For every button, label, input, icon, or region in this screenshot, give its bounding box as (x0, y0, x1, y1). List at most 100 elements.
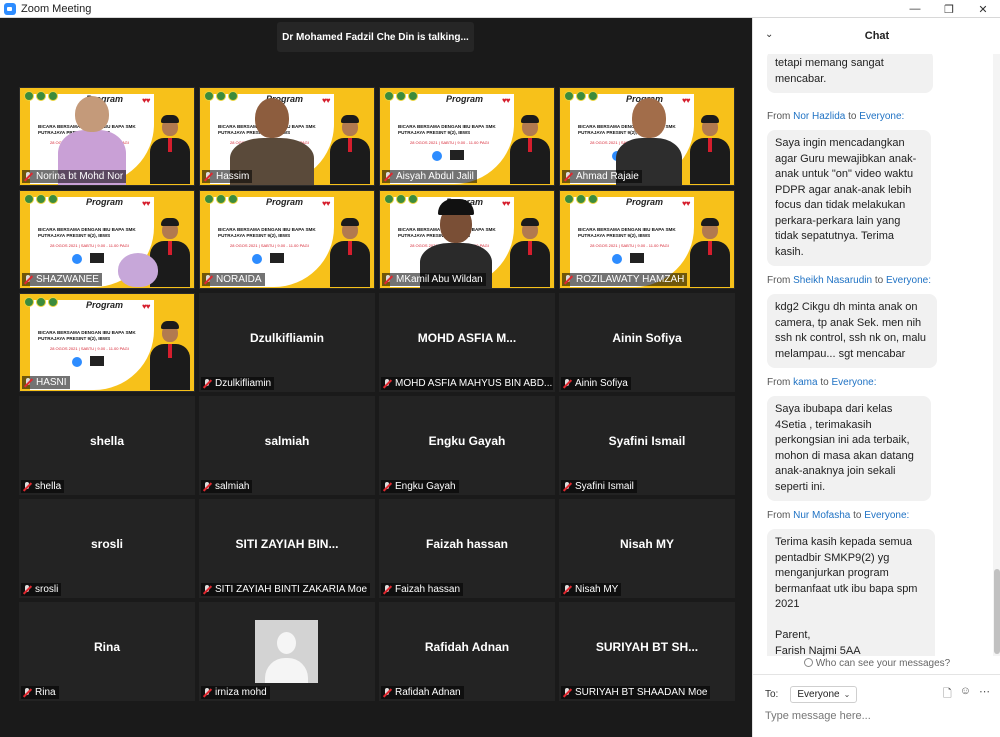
chat-recipient[interactable]: Everyone: (859, 111, 904, 122)
participant-tile[interactable]: Program♥♥BICARA BERSAMA DENGAN IBU BAPA … (199, 87, 375, 186)
more-icon[interactable]: ⋯ (979, 685, 990, 704)
participant-name-label: salmiah (201, 480, 253, 493)
participant-name: Faizah hassan (395, 584, 461, 595)
from-word: From (767, 275, 791, 286)
participant-tile[interactable]: Program♥♥BICARA BERSAMA DENGAN IBU BAPA … (19, 293, 195, 392)
participant-name: Dzulkifliamin (215, 378, 272, 389)
from-word: From (767, 377, 791, 388)
chat-sender[interactable]: Nor Hazlida (793, 111, 845, 122)
participant-tile[interactable]: irniza mohd (199, 602, 375, 701)
participant-tile[interactable]: Dzulkifliamin Dzulkifliamin (199, 293, 375, 392)
who-can-see-text: Who can see your messages? (815, 658, 951, 669)
participant-center-name: SURIYAH BT SH... (595, 640, 699, 654)
minimize-button[interactable]: — (898, 0, 932, 18)
participant-tile[interactable]: MOHD ASFIA M... MOHD ASFIA MAHYUS BIN ABD… (379, 293, 555, 392)
muted-mic-icon (381, 687, 393, 699)
participant-tile[interactable]: Program♥♥BICARA BERSAMA DENGAN IBU BAPA … (19, 190, 195, 289)
chat-sender[interactable]: Nur Mofasha (793, 510, 850, 521)
chat-divider (753, 674, 1000, 675)
participant-tile[interactable]: Rafidah Adnan Rafidah Adnan (379, 602, 555, 701)
participant-center-name: Rafidah Adnan (424, 640, 510, 654)
qr-code-icon (630, 253, 644, 263)
talking-indicator: Dr Mohamed Fadzil Che Din is talking... (277, 22, 474, 52)
muted-mic-icon (21, 584, 33, 596)
participant-tile[interactable]: Engku Gayah Engku Gayah (379, 396, 555, 495)
hearts-icon: ♥♥ (142, 302, 150, 311)
participant-center-name: shella (89, 434, 125, 448)
chat-header: ⌄ Chat (753, 18, 1000, 54)
chat-recipient[interactable]: Everyone: (864, 510, 909, 521)
muted-mic-icon (21, 687, 33, 699)
participant-tile[interactable]: salmiah salmiah (199, 396, 375, 495)
window-controls: — ❐ ✕ (898, 0, 1000, 18)
muted-mic-icon (201, 481, 213, 493)
participant-name-label: irniza mohd (201, 686, 270, 699)
participant-tile[interactable]: Program♥♥BICARA BERSAMA DENGAN IBU BAPA … (379, 87, 555, 186)
qr-code-icon (270, 253, 284, 263)
participant-name: Rina (35, 687, 56, 698)
zoom-logo-icon (612, 254, 622, 264)
chat-message-bubble: Saya ingin mencadangkan agar Guru mewaji… (767, 130, 931, 266)
muted-mic-icon (21, 481, 33, 493)
visibility-icon (803, 658, 813, 667)
recipient-select[interactable]: Everyone ⌄ (790, 685, 858, 703)
zoom-logo-icon (72, 357, 82, 367)
chat-sender[interactable]: kama (793, 377, 817, 388)
hearts-icon: ♥♥ (682, 199, 690, 208)
emoji-icon[interactable]: ☺ (960, 685, 971, 704)
participant-tile[interactable]: Faizah hassan Faizah hassan (379, 499, 555, 598)
muted-mic-icon (22, 377, 34, 389)
chat-sender[interactable]: Sheikh Nasarudin (793, 275, 872, 286)
participant-name-label: Faizah hassan (381, 583, 464, 596)
close-button[interactable]: ✕ (966, 0, 1000, 18)
recipient-row: To: Everyone ⌄ (765, 684, 858, 704)
participant-tile[interactable]: Program♥♥BICARA BERSAMA DENGAN IBU BAPA … (19, 87, 195, 186)
chat-message-input[interactable] (765, 707, 989, 725)
to-word: to (853, 510, 862, 521)
participant-center-name: salmiah (264, 434, 310, 448)
participant-tile[interactable]: shella shella (19, 396, 195, 495)
chat-recipient[interactable]: Everyone: (886, 275, 931, 286)
chat-message-header: From Nor Hazlida to Everyone: (767, 111, 904, 122)
chat-recipient[interactable]: Everyone: (831, 377, 876, 388)
participant-tile[interactable]: Nisah MY Nisah MY (559, 499, 735, 598)
muted-mic-icon (381, 481, 393, 493)
window-title: Zoom Meeting (21, 2, 92, 15)
participant-tile[interactable]: Program♥♥BICARA BERSAMA DENGAN IBU BAPA … (559, 87, 735, 186)
to-word: to (848, 111, 857, 122)
chat-message-list[interactable]: tetapi memang sangat mencabar. From Nor H… (753, 54, 993, 656)
restore-button[interactable]: ❐ (932, 0, 966, 18)
file-icon[interactable]: 🗋 (943, 685, 952, 704)
participant-tile[interactable]: Program♥♥BICARA BERSAMA DENGAN IBU BAPA … (199, 190, 375, 289)
participant-name-label: Hassim (202, 170, 253, 183)
participant-tile[interactable]: Program♥♥BICARA BERSAMA DENGAN IBU BAPA … (559, 190, 735, 289)
chat-message-header: From kama to Everyone: (767, 377, 877, 388)
participant-tile[interactable]: SURIYAH BT SH... SURIYAH BT SHAADAN Moe (559, 602, 735, 701)
participant-name: irniza mohd (215, 687, 267, 698)
participant-tile[interactable]: SITI ZAYIAH BIN... SITI ZAYIAH BINTI ZAKA… (199, 499, 375, 598)
participant-center-name: Syafini Ismail (608, 434, 686, 448)
participant-name-label: SITI ZAYIAH BINTI ZAKARIA Moe (201, 583, 371, 596)
muted-mic-icon (381, 584, 393, 596)
participant-tile[interactable]: Rina Rina (19, 602, 195, 701)
from-word: From (767, 111, 791, 122)
participant-center-name: Faizah hassan (425, 537, 509, 551)
participant-name-label: Ahmad Rajaie (562, 170, 642, 183)
participant-name-label: Rina (21, 686, 59, 699)
participant-name: srosli (35, 584, 59, 595)
scrollbar-thumb[interactable] (994, 569, 1000, 654)
chat-title: Chat (864, 30, 890, 42)
chat-scrollbar[interactable] (993, 54, 1000, 656)
participant-tile[interactable]: Program♥♥BICARA BERSAMA DENGAN IBU BAPA … (379, 190, 555, 289)
participant-name: MKamil Abu Wildan (396, 274, 483, 285)
to-word: to (820, 377, 829, 388)
participant-tile[interactable]: Syafini Ismail Syafini Ismail (559, 396, 735, 495)
participant-tile[interactable]: srosli srosli (19, 499, 195, 598)
chat-tools: 🗋 ☺ ⋯ (943, 685, 990, 704)
participant-center-name: Ainin Sofiya (612, 331, 682, 345)
participant-tile[interactable]: Ainin Sofiya Ainin Sofiya (559, 293, 735, 392)
who-can-see-link[interactable]: Who can see your messages? (753, 658, 1000, 674)
participant-center-name: SITI ZAYIAH BIN... (235, 537, 339, 551)
participant-name-label: Nisah MY (561, 583, 622, 596)
chat-message-bubble: Saya ibubapa dari kelas 4Setia , terimak… (767, 396, 931, 501)
